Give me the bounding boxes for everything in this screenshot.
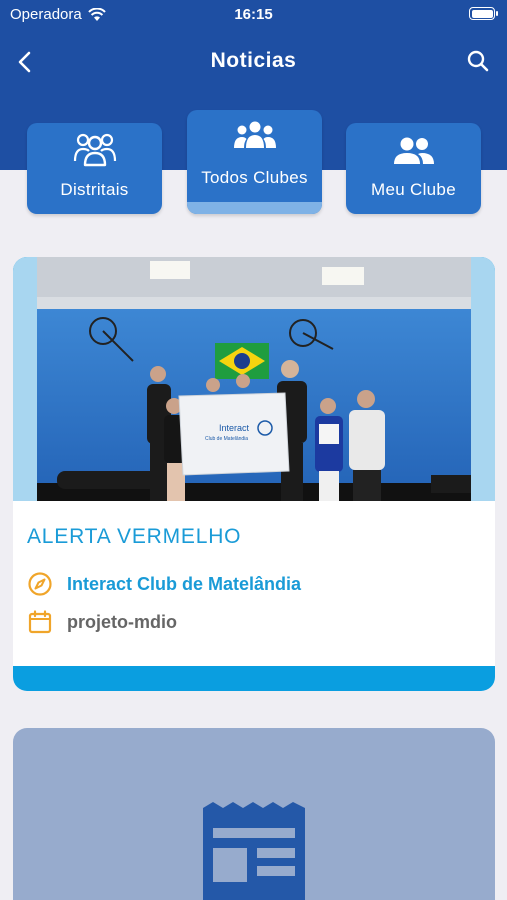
- status-time: 16:15: [234, 6, 273, 23]
- tab-meu-clube[interactable]: Meu Clube: [346, 123, 481, 214]
- search-icon[interactable]: [465, 48, 491, 74]
- news-card-placeholder[interactable]: [13, 728, 495, 900]
- newspaper-icon: [203, 802, 305, 900]
- news-card[interactable]: Interact Club de Matelândia ALERTA VERME…: [13, 257, 495, 691]
- news-photo: Interact Club de Matelândia: [37, 257, 471, 501]
- banner-line1: Interact: [219, 423, 250, 433]
- tab-todos-clubes[interactable]: Todos Clubes: [187, 110, 322, 214]
- news-photo-frame: Interact Club de Matelândia: [13, 257, 495, 501]
- battery-icon: [469, 7, 498, 20]
- active-tab-indicator: [187, 202, 322, 214]
- news-category-row: projeto-mdio: [27, 609, 177, 635]
- tab-distritais[interactable]: Distritais: [27, 123, 162, 214]
- news-club-name[interactable]: Interact Club de Matelândia: [67, 574, 301, 595]
- news-category: projeto-mdio: [67, 611, 177, 632]
- tab-label: Todos Clubes: [201, 168, 308, 187]
- news-club-row: Interact Club de Matelândia: [27, 571, 301, 597]
- news-card-body: ALERTA VERMELHO Interact Club de Matelân…: [13, 501, 495, 666]
- nav-bar: Noticias: [0, 40, 507, 84]
- banner-line2: Club de Matelândia: [205, 436, 248, 442]
- group-outline-icon: [73, 133, 116, 167]
- compass-icon: [28, 572, 52, 596]
- tab-label: Meu Clube: [371, 180, 456, 199]
- group-two-icon: [393, 137, 434, 164]
- tab-label: Distritais: [60, 180, 129, 199]
- news-title[interactable]: ALERTA VERMELHO: [27, 525, 241, 549]
- group-photo-illustration: Interact Club de Matelândia: [37, 257, 471, 501]
- calendar-icon: [28, 610, 52, 634]
- status-bar: Operadora 16:15: [0, 0, 507, 28]
- page-title: Noticias: [210, 49, 297, 72]
- group-three-icon: [233, 121, 276, 148]
